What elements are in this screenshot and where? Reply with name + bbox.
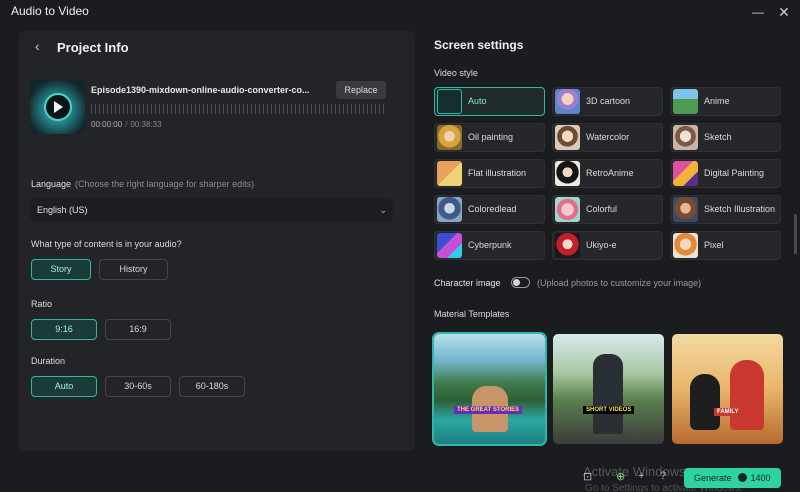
file-name: Episode1390-mixdown-online-audio-convert…: [91, 85, 310, 95]
play-icon[interactable]: [54, 101, 63, 113]
content-option-story[interactable]: Story: [31, 259, 91, 280]
oil-painting-thumbnail: [437, 125, 462, 150]
ukiyo-e-thumbnail: [555, 233, 580, 258]
auto-style-icon: [437, 89, 462, 114]
style-flat-illustration[interactable]: Flat illustration: [434, 159, 545, 188]
style-label: Digital Painting: [704, 168, 765, 178]
audio-waveform[interactable]: [91, 104, 387, 114]
generate-label: Generate: [694, 473, 732, 483]
project-info-panel: ‹ Project Info Episode1390-mixdown-onlin…: [19, 31, 415, 451]
template-figure: [690, 374, 720, 430]
pixel-thumbnail: [673, 233, 698, 258]
style-label: Auto: [468, 96, 487, 106]
style-3d-cartoon[interactable]: 3D cartoon: [552, 87, 663, 116]
sketch-thumbnail: [673, 125, 698, 150]
replace-button[interactable]: Replace: [336, 81, 386, 99]
back-arrow-icon[interactable]: ‹: [35, 39, 49, 53]
template-caption: SHORT VIDEOS: [583, 406, 635, 414]
style-label: Pixel: [704, 240, 724, 250]
duration-label: Duration: [31, 356, 66, 366]
cyberpunk-thumbnail: [437, 233, 462, 258]
style-label: Sketch Illustration: [704, 204, 776, 214]
style-cyberpunk[interactable]: Cyberpunk: [434, 231, 545, 260]
app-title: Audio to Video: [11, 4, 89, 18]
duration-option-30-60s[interactable]: 30-60s: [105, 376, 171, 397]
playback-time: 00:00:00/00:38:33: [91, 120, 162, 129]
template-figure: [593, 354, 623, 434]
title-bar: Audio to Video — ✕: [0, 0, 800, 24]
template-caption: FAMILY: [714, 408, 742, 416]
style-scrollbar[interactable]: [794, 214, 797, 254]
style-ukiyo-e[interactable]: Ukiyo-e: [552, 231, 663, 260]
generate-button[interactable]: Generate 1400: [684, 468, 781, 488]
credit-coin-icon: [737, 473, 747, 482]
style-label: RetroAnime: [586, 168, 634, 178]
language-hint: (Choose the right language for sharper e…: [75, 179, 255, 189]
style-auto[interactable]: Auto: [434, 87, 545, 116]
style-pixel[interactable]: Pixel: [670, 231, 781, 260]
style-label: Watercolor: [586, 132, 630, 142]
style-oil-painting[interactable]: Oil painting: [434, 123, 545, 152]
style-label: Flat illustration: [468, 168, 527, 178]
language-select[interactable]: English (US) ⌄: [30, 198, 393, 222]
style-label: Cyberpunk: [468, 240, 512, 250]
ratio-label: Ratio: [31, 299, 53, 309]
content-option-history[interactable]: History: [99, 259, 168, 280]
time-separator: /: [125, 120, 128, 129]
colorful-thumbnail: [555, 197, 580, 222]
style-label: Oil painting: [468, 132, 514, 142]
style-digital-painting[interactable]: Digital Painting: [670, 159, 781, 188]
template-card-3[interactable]: FAMILY: [672, 334, 783, 444]
material-templates-label: Material Templates: [434, 309, 510, 319]
character-image-hint: (Upload photos to customize your image): [537, 278, 702, 288]
template-caption: THE GREAT STORIES: [454, 406, 523, 414]
3d-cartoon-thumbnail: [555, 89, 580, 114]
duration-option-auto[interactable]: Auto: [31, 376, 97, 397]
duration-option-60-180s[interactable]: 60-180s: [179, 376, 245, 397]
video-style-label: Video style: [434, 68, 478, 78]
panel-title: Project Info: [57, 40, 129, 55]
ratio-option-9-16[interactable]: 9:16: [31, 319, 97, 340]
language-label-text: Language: [31, 179, 72, 189]
language-value: English (US): [37, 205, 88, 215]
time-total: 00:38:33: [130, 120, 162, 129]
ratio-option-16-9[interactable]: 16:9: [105, 319, 171, 340]
retroanime-thumbnail: [555, 161, 580, 186]
generate-credits: 1400: [750, 473, 771, 483]
style-label: Anime: [704, 96, 730, 106]
style-label: 3D cartoon: [586, 96, 631, 106]
style-anime[interactable]: Anime: [670, 87, 781, 116]
activation-watermark: Activate Windows: [583, 464, 686, 479]
language-label: Language (Choose the right language for s…: [31, 179, 254, 189]
style-retroanime[interactable]: RetroAnime: [552, 159, 663, 188]
character-image-label: Character image: [434, 278, 501, 288]
chevron-down-icon: ⌄: [379, 205, 387, 215]
audio-thumbnail: [30, 79, 85, 134]
template-card-1[interactable]: THE GREAT STORIES: [432, 332, 547, 446]
style-coloredlead[interactable]: Coloredlead: [434, 195, 545, 224]
style-sketch[interactable]: Sketch: [670, 123, 781, 152]
time-current: 00:00:00: [91, 120, 123, 129]
template-figure: [730, 360, 764, 430]
style-label: Ukiyo-e: [586, 240, 617, 250]
style-watercolor[interactable]: Watercolor: [552, 123, 663, 152]
flat-illustration-thumbnail: [437, 161, 462, 186]
close-icon[interactable]: ✕: [774, 2, 794, 22]
anime-thumbnail: [673, 89, 698, 114]
sketch-illustration-thumbnail: [673, 197, 698, 222]
digital-painting-thumbnail: [673, 161, 698, 186]
template-card-2[interactable]: SHORT VIDEOS: [553, 334, 664, 444]
watercolor-thumbnail: [555, 125, 580, 150]
content-type-question: What type of content is in your audio?: [31, 239, 182, 249]
style-sketch-illustration[interactable]: Sketch Illustration: [670, 195, 781, 224]
minimize-icon[interactable]: —: [748, 2, 768, 22]
style-label: Sketch: [704, 132, 732, 142]
style-label: Colorful: [586, 204, 618, 214]
coloredlead-thumbnail: [437, 197, 462, 222]
style-label: Coloredlead: [468, 204, 517, 214]
style-colorful[interactable]: Colorful: [552, 195, 663, 224]
screen-settings-title: Screen settings: [434, 38, 524, 52]
character-image-toggle[interactable]: [511, 277, 530, 288]
